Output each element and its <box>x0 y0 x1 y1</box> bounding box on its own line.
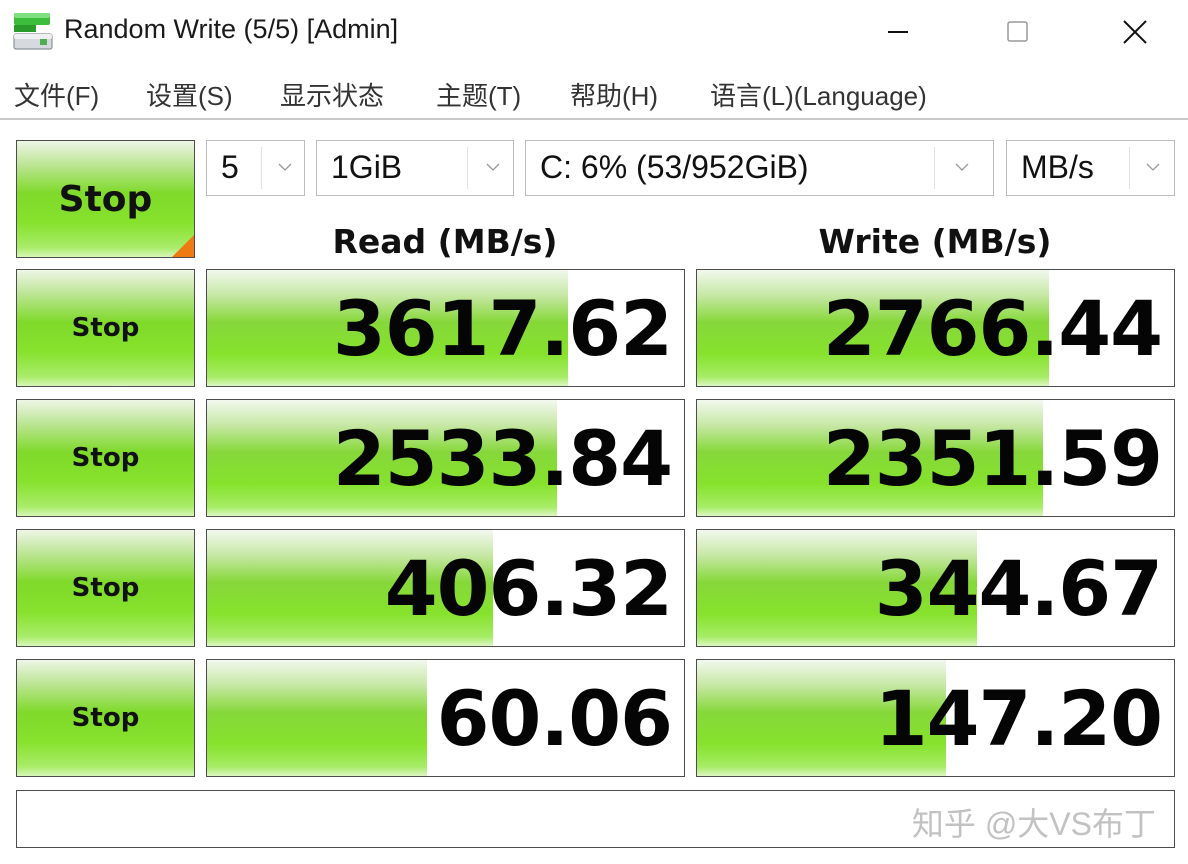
drive-select[interactable]: C: 6% (53/952GiB) <box>525 140 994 196</box>
write-result-cell: 147.20 <box>696 659 1175 777</box>
menu-settings[interactable]: 设置(S) <box>146 76 233 113</box>
chevron-down-icon <box>486 163 500 171</box>
read-value: 3617.62 <box>332 284 673 373</box>
close-button[interactable] <box>1105 10 1165 54</box>
stop-row-label: Stop <box>71 313 140 343</box>
menu-display-status[interactable]: 显示状态 <box>280 76 384 113</box>
test-count-value: 5 <box>221 149 239 185</box>
app-drive-icon <box>12 10 54 52</box>
read-value: 60.06 <box>436 674 673 763</box>
stop-all-button[interactable]: Stop <box>16 140 195 258</box>
read-column-header: Read (MB/s) <box>332 222 558 261</box>
maximize-button[interactable] <box>988 10 1048 54</box>
stop-row-button[interactable]: Stop <box>16 269 195 387</box>
read-result-cell: 406.32 <box>206 529 685 647</box>
read-value: 2533.84 <box>332 414 673 503</box>
menu-file[interactable]: 文件(F) <box>14 76 99 113</box>
write-result-cell: 2351.59 <box>696 399 1175 517</box>
stop-row-button[interactable]: Stop <box>16 529 195 647</box>
write-result-cell: 2766.44 <box>696 269 1175 387</box>
stop-row-label: Stop <box>71 573 140 603</box>
watermark: 知乎 @大VS布丁 <box>911 806 1156 842</box>
menu-language[interactable]: 语言(L)(Language) <box>710 76 927 113</box>
title-bar: Random Write (5/5) [Admin] <box>0 0 1188 64</box>
chevron-down-icon <box>1146 163 1160 171</box>
maximize-icon <box>1007 21 1028 42</box>
write-value: 2351.59 <box>822 414 1163 503</box>
stop-all-label: Stop <box>58 178 153 220</box>
close-icon <box>1123 20 1147 44</box>
stop-row-button[interactable]: Stop <box>16 659 195 777</box>
read-result-cell: 3617.62 <box>206 269 685 387</box>
minimize-button[interactable] <box>868 10 928 54</box>
stop-row-label: Stop <box>71 443 140 473</box>
test-size-value: 1GiB <box>331 149 403 185</box>
window-title: Random Write (5/5) [Admin] <box>64 14 399 44</box>
status-bar: 知乎 @大VS布丁 <box>16 790 1175 848</box>
corner-indicator <box>172 235 194 257</box>
minimize-icon <box>888 31 908 33</box>
test-count-select[interactable]: 5 <box>206 140 305 196</box>
write-result-cell: 344.67 <box>696 529 1175 647</box>
menu-bar: 文件(F) 设置(S) 显示状态 主题(T) 帮助(H) 语言(L)(Langu… <box>0 70 1188 120</box>
menu-help[interactable]: 帮助(H) <box>570 76 658 113</box>
unit-value: MB/s <box>1021 149 1094 185</box>
write-value: 2766.44 <box>822 284 1163 373</box>
read-value: 406.32 <box>384 544 673 633</box>
menu-theme[interactable]: 主题(T) <box>436 76 521 113</box>
stop-row-label: Stop <box>71 703 140 733</box>
write-value: 147.20 <box>874 674 1163 763</box>
unit-select[interactable]: MB/s <box>1006 140 1175 196</box>
drive-value: C: 6% (53/952GiB) <box>540 149 809 185</box>
write-column-header: Write (MB/s) <box>818 222 1052 261</box>
read-result-cell: 2533.84 <box>206 399 685 517</box>
write-value: 344.67 <box>874 544 1163 633</box>
chevron-down-icon <box>278 163 292 171</box>
test-size-select[interactable]: 1GiB <box>316 140 514 196</box>
stop-row-button[interactable]: Stop <box>16 399 195 517</box>
read-result-cell: 60.06 <box>206 659 685 777</box>
read-progress-bar <box>207 660 428 776</box>
chevron-down-icon <box>955 163 969 171</box>
